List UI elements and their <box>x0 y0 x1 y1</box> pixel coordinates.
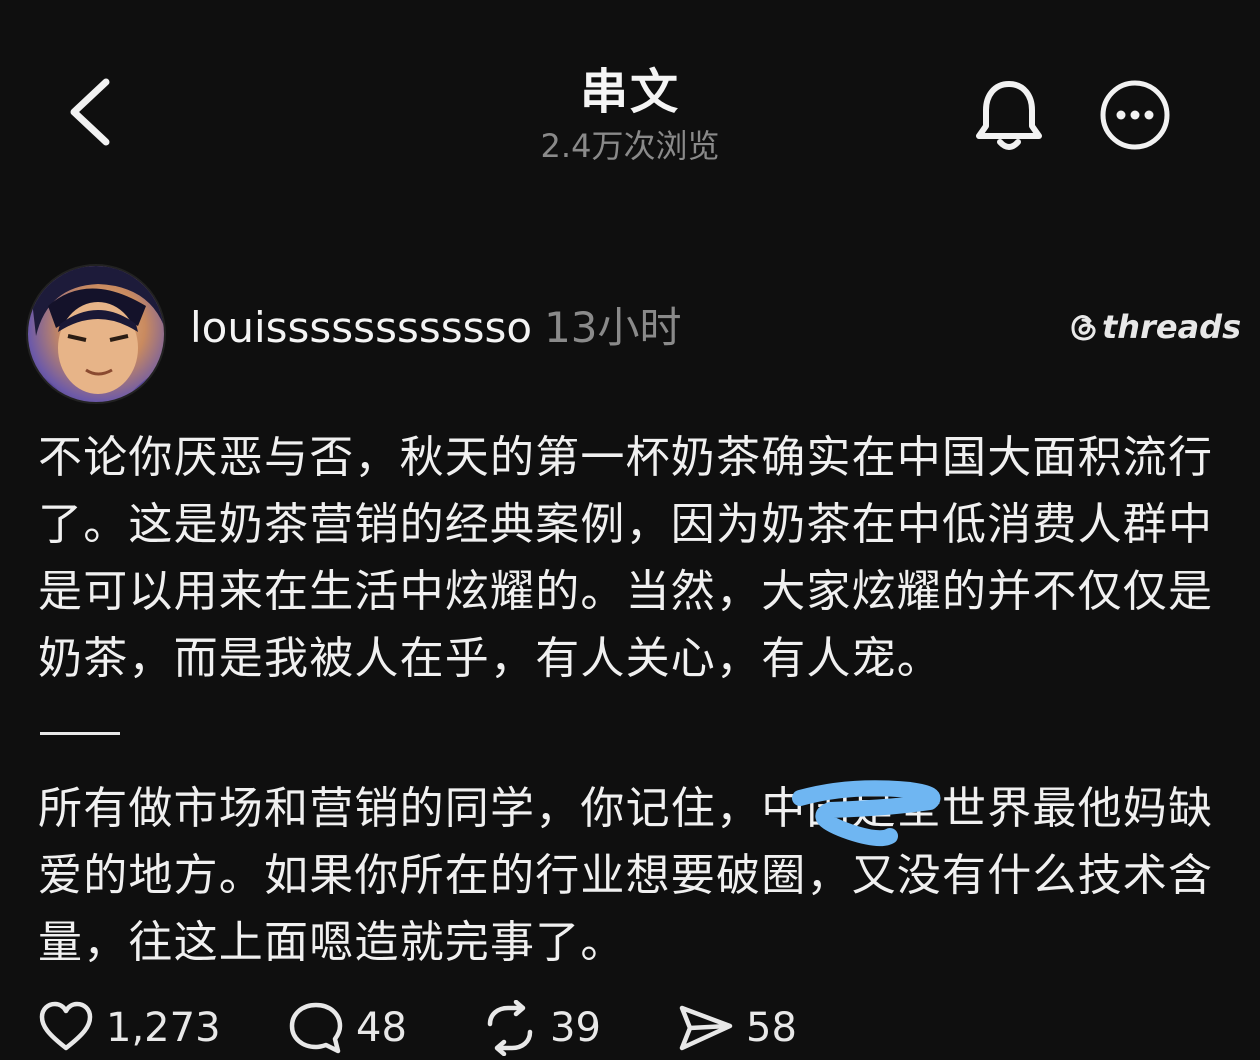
repost-icon <box>487 1000 533 1056</box>
share-button[interactable]: 58 <box>678 996 797 1060</box>
post-content: 不论你厌恶与否，秋天的第一杯奶茶确实在中国大面积流行了。这是奶茶营销的经典案例，… <box>38 424 1228 976</box>
post-time: 13小时 <box>544 303 682 352</box>
share-icon <box>679 1005 733 1051</box>
view-count: 2.4万次浏览 <box>540 127 720 165</box>
share-count: 58 <box>746 1005 797 1051</box>
like-count: 1,273 <box>106 1005 221 1051</box>
avatar[interactable] <box>26 264 166 404</box>
notification-button[interactable] <box>972 74 1046 154</box>
divider-line <box>40 732 120 735</box>
post-paragraph-2: 所有做市场和营销的同学，你记住，中国是全世界最他妈缺爱的地方。如果你所在的行业想… <box>38 783 1214 968</box>
more-options-button[interactable] <box>1098 78 1172 152</box>
like-button[interactable]: 1,273 <box>38 996 221 1060</box>
avatar-image <box>28 266 164 402</box>
more-icon <box>1100 80 1170 150</box>
title-block: 串文 2.4万次浏览 <box>0 62 1260 168</box>
heart-icon <box>39 1001 93 1051</box>
repost-count: 39 <box>550 1005 601 1051</box>
threads-watermark: threads <box>1070 308 1241 346</box>
repost-button[interactable]: 39 <box>482 996 601 1060</box>
comment-button[interactable]: 48 <box>288 996 407 1060</box>
post-header: louissssssssssso 13小时 <box>190 298 682 358</box>
username[interactable]: louissssssssssso <box>190 303 532 352</box>
threads-wordmark: threads <box>1102 308 1242 346</box>
action-bar: 1,273 48 39 58 <box>38 996 1238 1060</box>
post-paragraph-1: 不论你厌恶与否，秋天的第一杯奶茶确实在中国大面积流行了。这是奶茶营销的经典案例，… <box>38 432 1214 684</box>
top-bar: 串文 2.4万次浏览 <box>0 0 1260 200</box>
comment-icon <box>289 1002 343 1054</box>
redaction-scribble <box>792 780 941 847</box>
page-title: 串文 <box>579 64 680 120</box>
bell-icon <box>976 81 1042 150</box>
threads-logo-icon <box>1071 315 1096 341</box>
comment-count: 48 <box>356 1005 407 1051</box>
